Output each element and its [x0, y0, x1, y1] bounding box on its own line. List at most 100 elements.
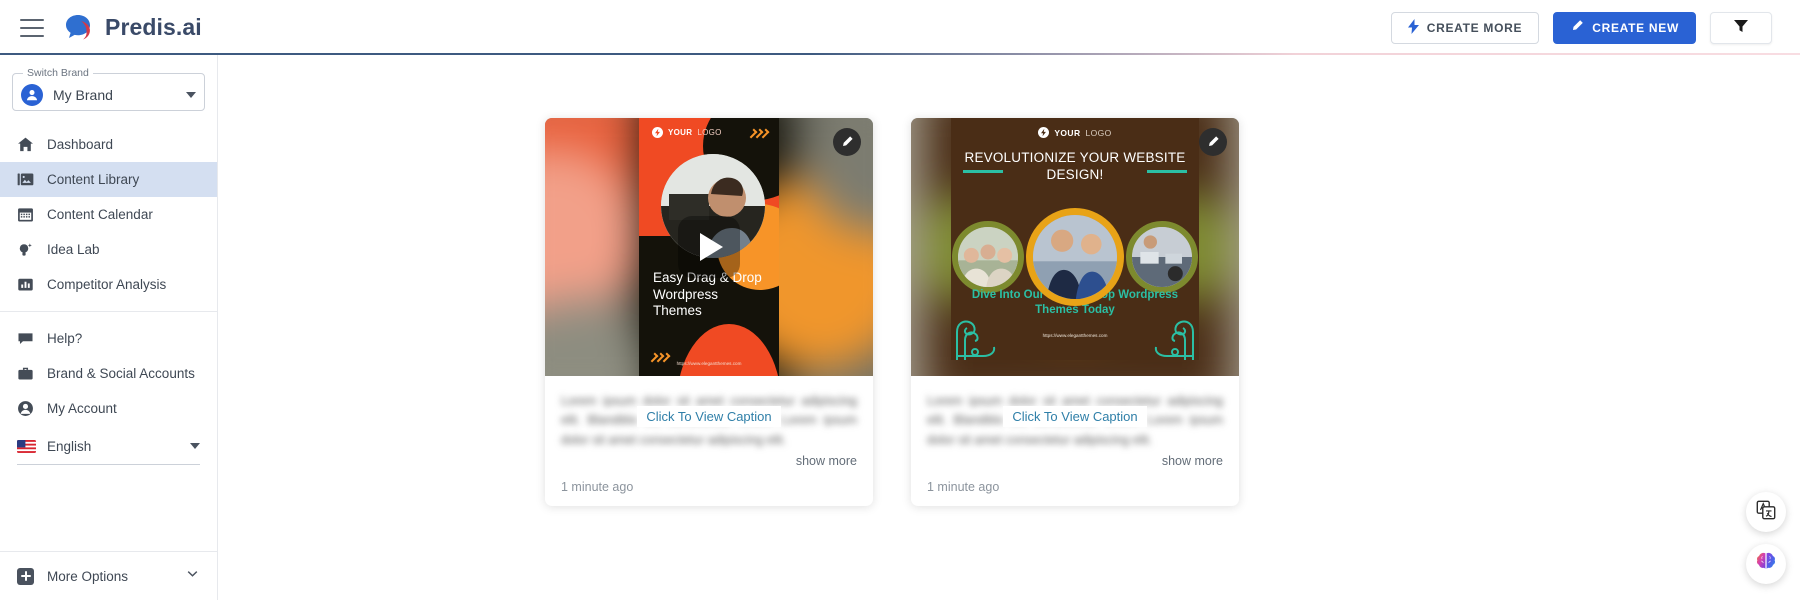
ai-assistant-button[interactable] — [1746, 544, 1786, 584]
us-flag-icon — [17, 439, 36, 453]
brand-switcher[interactable]: Switch Brand My Brand — [0, 55, 217, 121]
sidebar-item-label: Brand & Social Accounts — [47, 366, 195, 381]
edit-card-button[interactable] — [833, 128, 861, 156]
lightning-bolt-icon — [1407, 18, 1419, 37]
creative-logo: YOUR LOGO — [652, 127, 722, 138]
creative-headline: REVOLUTIONIZE YOUR WEBSITE DESIGN! — [964, 150, 1186, 182]
card-caption-area: Lorem ipsum dolor sit amet consectetur a… — [911, 376, 1239, 450]
card-caption-area: Lorem ipsum dolor sit amet consectetur a… — [545, 376, 873, 450]
user-circle-icon — [17, 400, 34, 417]
image-library-icon — [17, 171, 34, 188]
content-card[interactable]: YOUR LOGO Easy Drag & Drop Wordpress The… — [545, 118, 873, 507]
sidebar-divider — [0, 311, 217, 312]
funnel-filter-icon — [1733, 18, 1749, 37]
home-icon — [17, 136, 34, 153]
sidebar-nav-primary: Dashboard Content Library Content Calend… — [0, 121, 217, 465]
media-sharp-creative: YOUR LOGO REVOLUTIONIZE YOUR WEBSITE DES… — [951, 118, 1199, 376]
sidebar-item-brand-social-accounts[interactable]: Brand & Social Accounts — [0, 356, 217, 391]
language-selector[interactable]: English — [0, 426, 217, 460]
card-timestamp: 1 minute ago — [927, 480, 1000, 495]
create-more-button[interactable]: CREATE MORE — [1390, 11, 1540, 44]
creative-logo: YOUR LOGO — [951, 127, 1199, 138]
lightbulb-icon — [17, 241, 34, 258]
ai-brain-icon — [1754, 550, 1778, 579]
creative-photo-right — [1126, 221, 1198, 293]
caption-overlay: Click To View Caption — [545, 406, 873, 427]
sidebar-item-label: Help? — [47, 331, 83, 346]
sidebar-item-label: Competitor Analysis — [47, 277, 167, 292]
create-new-button[interactable]: CREATE NEW — [1553, 11, 1696, 44]
sidebar-item-idea-lab[interactable]: Idea Lab — [0, 232, 217, 267]
chevron-down-icon[interactable] — [185, 566, 200, 586]
creative-image: YOUR LOGO REVOLUTIONIZE YOUR WEBSITE DES… — [951, 118, 1199, 360]
creative-bottom-blob — [677, 324, 779, 376]
top-header: Predis.ai CREATE MORE CREATE NEW — [0, 0, 1800, 55]
brand-name: Predis.ai — [105, 14, 202, 40]
filter-button[interactable] — [1710, 11, 1772, 44]
sidebar-item-content-calendar[interactable]: Content Calendar — [0, 197, 217, 232]
switch-brand-legend: Switch Brand — [27, 67, 89, 79]
language-underline — [17, 464, 200, 465]
caret-down-icon[interactable] — [190, 443, 200, 449]
more-options-button[interactable]: More Options — [17, 566, 200, 586]
sidebar-item-label: Content Library — [47, 172, 140, 187]
floating-action-column — [1746, 492, 1786, 584]
chevron-right-decor-icon — [648, 352, 671, 363]
plus-square-icon — [17, 567, 34, 585]
creative-logo-light: LOGO — [697, 128, 722, 137]
sidebar-item-label: Dashboard — [47, 137, 114, 152]
play-button-icon[interactable] — [678, 216, 740, 278]
show-more-button[interactable]: show more — [545, 450, 873, 468]
card-media[interactable]: YOUR LOGO Easy Drag & Drop Wordpress The… — [545, 118, 873, 376]
user-avatar-icon — [21, 83, 43, 106]
more-options-section: More Options — [0, 551, 217, 600]
sidebar-item-content-library[interactable]: Content Library — [0, 162, 217, 197]
ornament-left-icon — [953, 316, 1007, 360]
caret-down-icon[interactable] — [186, 91, 196, 98]
chevron-right-decor-icon — [747, 128, 770, 139]
translate-button[interactable] — [1746, 492, 1786, 532]
brand-switch-field[interactable]: Switch Brand My Brand — [12, 67, 205, 111]
app-logo[interactable]: Predis.ai — [62, 12, 202, 44]
card-timestamp: 1 minute ago — [561, 480, 634, 495]
creative-logo-bold: YOUR — [1054, 127, 1081, 138]
show-more-button[interactable]: show more — [911, 450, 1239, 468]
sidebar-item-dashboard[interactable]: Dashboard — [0, 127, 217, 162]
sidebar-item-competitor-analysis[interactable]: Competitor Analysis — [0, 267, 217, 302]
sidebar-item-label: Content Calendar — [47, 207, 153, 222]
header-left: Predis.ai — [14, 12, 202, 44]
creative-logo-bold: YOUR — [668, 128, 693, 137]
creative-logo-light: LOGO — [1085, 127, 1112, 138]
calendar-icon — [17, 206, 34, 223]
creative-photo-center — [1026, 208, 1124, 306]
chat-bubble-icon — [17, 330, 34, 347]
ornament-right-icon — [1143, 316, 1197, 360]
more-options-label: More Options — [47, 568, 129, 584]
edit-card-button[interactable] — [1199, 128, 1227, 156]
view-caption-button[interactable]: Click To View Caption — [637, 406, 781, 427]
sidebar-item-my-account[interactable]: My Account — [0, 391, 217, 426]
create-new-label: CREATE NEW — [1592, 20, 1679, 35]
app-root: Predis.ai CREATE MORE CREATE NEW Switch … — [0, 0, 1800, 600]
create-more-label: CREATE MORE — [1426, 20, 1523, 35]
header-actions: CREATE MORE CREATE NEW — [1390, 11, 1772, 44]
briefcase-icon — [17, 365, 34, 382]
language-label: English — [47, 438, 92, 454]
main-content: YOUR LOGO Easy Drag & Drop Wordpress The… — [218, 55, 1800, 600]
caption-overlay: Click To View Caption — [911, 406, 1239, 427]
content-card[interactable]: YOUR LOGO REVOLUTIONIZE YOUR WEBSITE DES… — [911, 118, 1239, 507]
translate-icon — [1755, 499, 1777, 526]
app-body: Switch Brand My Brand Dashboard Content … — [0, 55, 1800, 600]
sidebar-item-help[interactable]: Help? — [0, 321, 217, 356]
brand-switch-value: My Brand — [53, 86, 113, 103]
predis-logo-icon — [62, 12, 96, 44]
content-card-grid: YOUR LOGO Easy Drag & Drop Wordpress The… — [218, 55, 1800, 507]
view-caption-button[interactable]: Click To View Caption — [1003, 406, 1147, 427]
hamburger-icon[interactable] — [20, 18, 44, 37]
card-media[interactable]: YOUR LOGO REVOLUTIONIZE YOUR WEBSITE DES… — [911, 118, 1239, 376]
sidebar: Switch Brand My Brand Dashboard Content … — [0, 55, 218, 600]
pencil-icon — [1570, 19, 1584, 36]
sidebar-item-label: My Account — [47, 401, 117, 416]
sidebar-item-label: Idea Lab — [47, 242, 100, 257]
creative-photo-left — [952, 221, 1024, 293]
